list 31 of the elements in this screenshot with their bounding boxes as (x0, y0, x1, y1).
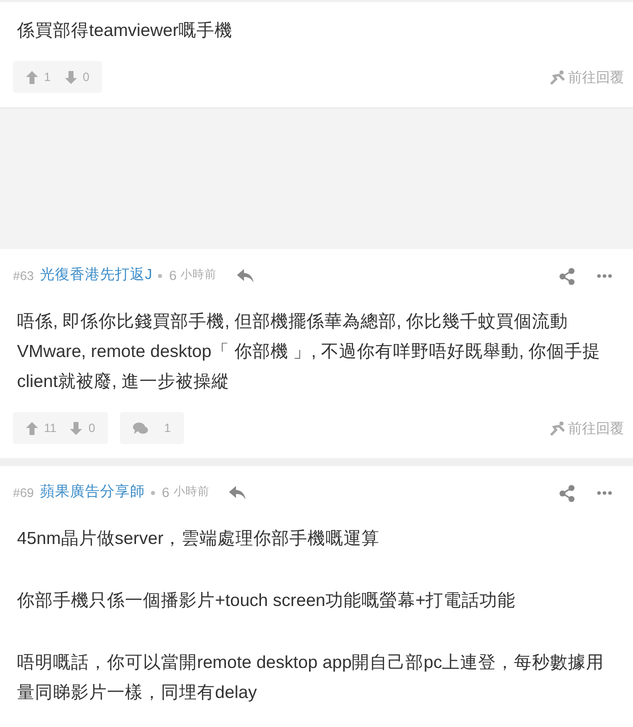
post-age-unit: 小時前 (180, 268, 217, 284)
more-options-icon[interactable] (597, 491, 612, 495)
post-paragraph: 係買部得teamviewer嘅手機 (17, 19, 234, 42)
upvote-icon (26, 70, 38, 84)
upvote-icon (26, 422, 38, 434)
post-paragraph: 唔明嘅話，你可以當開remote desktop app開自己部pc上連登，每秒數據用量同睇影片一樣，同埋有delay (17, 651, 606, 704)
comment-icon (133, 422, 148, 434)
downvote-button[interactable]: 0 (70, 419, 96, 437)
upvote-button[interactable]: 1 (26, 68, 51, 86)
post-paragraph: 唔係, 即係你比錢買部手機, 但部機擺係華為總部, 你比幾千蚊買個流動VMware, remote desktop「 你部機 」, 不過你有咩野唔好既舉動, 你個手提client就被廢, 進一步被操縱 (17, 310, 602, 393)
post-paragraph: 你部手機只係一個播影片+touch screen功能嘅螢幕+打電話功能 (17, 589, 517, 612)
more-options-icon[interactable] (597, 274, 612, 278)
upvote-button[interactable]: 11 (26, 419, 56, 437)
reply-icon[interactable] (229, 486, 246, 500)
downvote-button[interactable]: 0 (64, 68, 90, 86)
goto-reply-link[interactable]: 前往回覆 (550, 66, 624, 88)
post-age: 6 (162, 484, 170, 502)
comment-button[interactable]: 1 (120, 412, 184, 444)
post-paragraph: 45nm晶片做server，雲端處理你部手機嘅運算 (17, 527, 380, 550)
downvote-icon (64, 70, 77, 84)
goto-reply-link[interactable]: 前往回覆 (550, 418, 624, 438)
share-icon[interactable] (559, 484, 575, 502)
post-number: #69 (13, 484, 34, 502)
author-link[interactable]: 光復香港先打返J (40, 265, 152, 287)
post-age: 6 (169, 266, 177, 285)
reply-icon[interactable] (236, 269, 254, 283)
post-age-unit: 小時前 (173, 484, 210, 500)
author-link[interactable]: 蘋果廣告分享師 (40, 482, 145, 504)
post-number: #63 (13, 268, 34, 285)
share-icon[interactable] (559, 268, 575, 284)
downvote-icon (70, 422, 82, 434)
